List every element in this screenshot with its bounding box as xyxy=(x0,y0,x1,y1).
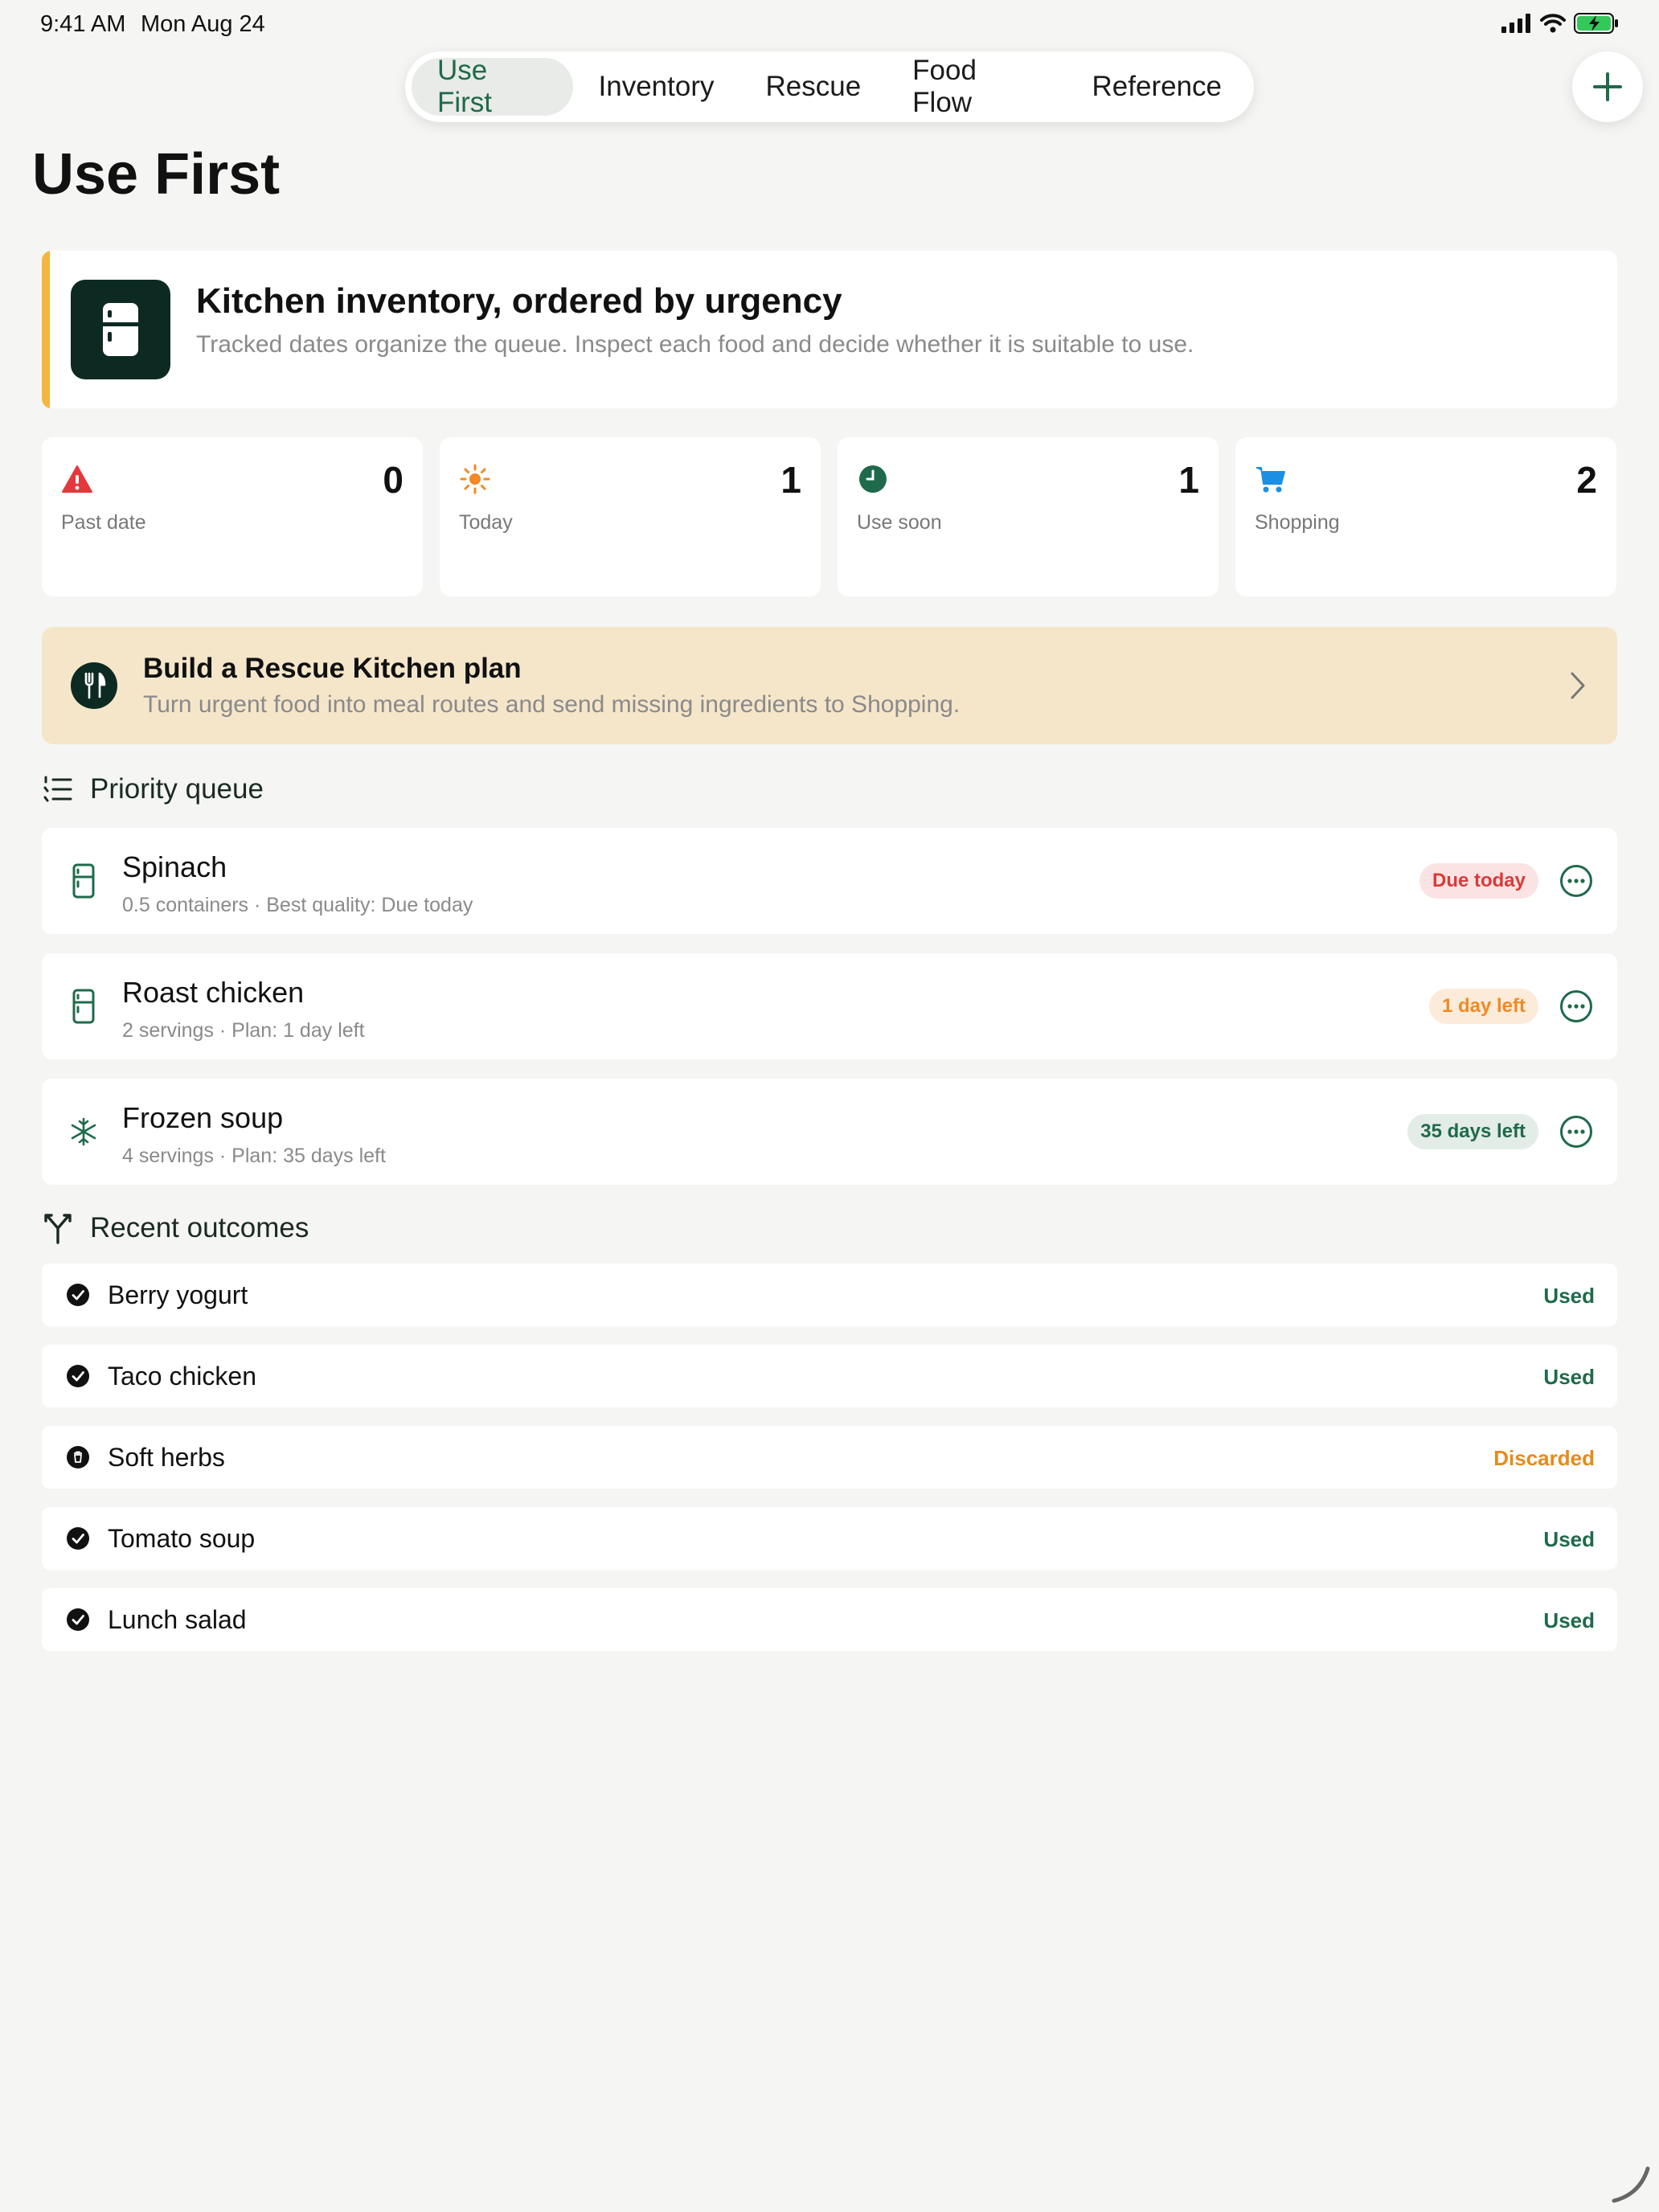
stat-label: Use soon xyxy=(857,511,942,534)
tab-use-first[interactable]: Use First xyxy=(412,55,573,118)
outcome-name: Tomato soup xyxy=(108,1524,256,1553)
outcome-name: Berry yogurt xyxy=(108,1280,248,1309)
wifi-icon xyxy=(1540,14,1566,33)
stat-value: 0 xyxy=(383,459,403,501)
check-circle-icon xyxy=(67,1608,89,1631)
stat-card-past-date[interactable]: 0 Past date xyxy=(42,437,423,596)
sun-icon xyxy=(460,464,490,494)
tab-reference[interactable]: Reference xyxy=(1067,58,1247,116)
stat-label: Today xyxy=(459,511,513,534)
branch-split-icon xyxy=(44,1214,72,1244)
hero-subtitle: Tracked dates organize the queue. Inspec… xyxy=(196,331,1194,358)
page-title: Use First xyxy=(32,142,281,207)
outcome-status: Used xyxy=(1543,1284,1595,1308)
queue-item-roast-chicken[interactable]: Roast chicken 2 servings · Plan: 1 day l… xyxy=(42,953,1617,1059)
rescue-banner-subtitle: Turn urgent food into meal routes and se… xyxy=(143,691,961,718)
status-date: Mon Aug 24 xyxy=(141,11,265,37)
stat-card-shopping[interactable]: 2 Shopping xyxy=(1235,437,1616,596)
outcome-status: Used xyxy=(1543,1365,1595,1389)
more-options-icon[interactable] xyxy=(1559,864,1593,898)
stat-value: 2 xyxy=(1576,459,1597,501)
outcome-item-lunch-salad[interactable]: Lunch salad Used xyxy=(42,1588,1617,1651)
outcome-status: Used xyxy=(1543,1608,1595,1632)
outcome-name: Taco chicken xyxy=(108,1362,256,1391)
queue-item-spinach[interactable]: Spinach 0.5 containers · Best quality: D… xyxy=(42,828,1617,934)
corner-grabber-icon[interactable] xyxy=(1611,2162,1653,2204)
hero-icon-tile xyxy=(71,280,170,379)
list-numbered-icon xyxy=(43,776,72,802)
more-options-icon[interactable] xyxy=(1559,1115,1593,1149)
queue-item-name: Frozen soup xyxy=(122,1101,284,1134)
cellular-signal-icon xyxy=(1501,14,1530,33)
check-circle-icon xyxy=(67,1284,89,1306)
more-options-icon[interactable] xyxy=(1559,989,1593,1023)
fridge-icon xyxy=(72,989,95,1024)
fridge-icon xyxy=(72,863,95,899)
outcome-item-tomato-soup[interactable]: Tomato soup Used xyxy=(42,1507,1617,1570)
tab-inventory[interactable]: Inventory xyxy=(573,58,740,116)
stat-label: Past date xyxy=(61,511,146,534)
queue-item-name: Roast chicken xyxy=(122,976,305,1009)
outcome-name: Soft herbs xyxy=(108,1443,225,1472)
stat-value: 1 xyxy=(780,459,801,501)
due-badge: 35 days left xyxy=(1407,1114,1538,1149)
stat-card-today[interactable]: 1 Today xyxy=(440,437,821,596)
rescue-icon-badge xyxy=(71,662,117,709)
queue-item-meta: 2 servings · Plan: 1 day left xyxy=(122,1019,365,1042)
warning-triangle-icon xyxy=(62,465,92,493)
stat-card-use-soon[interactable]: 1 Use soon xyxy=(838,437,1219,596)
rescue-plan-banner[interactable]: Build a Rescue Kitchen plan Turn urgent … xyxy=(42,627,1617,744)
rescue-banner-title: Build a Rescue Kitchen plan xyxy=(143,653,522,684)
status-indicators xyxy=(1501,13,1619,34)
battery-charging-icon xyxy=(1574,13,1618,34)
trash-circle-icon xyxy=(67,1446,89,1469)
queue-item-meta: 4 servings · Plan: 35 days left xyxy=(122,1145,386,1167)
tab-food-flow[interactable]: Food Flow xyxy=(887,55,1066,118)
status-bar: 9:41 AM Mon Aug 24 xyxy=(0,0,1659,51)
status-time: 9:41 AM xyxy=(40,11,126,37)
outcome-status: Used xyxy=(1543,1527,1595,1551)
outcome-item-taco-chicken[interactable]: Taco chicken Used xyxy=(42,1345,1617,1407)
priority-queue-title: Priority queue xyxy=(90,773,264,805)
check-circle-icon xyxy=(67,1527,89,1550)
stat-value: 1 xyxy=(1178,459,1199,501)
outcome-item-soft-herbs[interactable]: Soft herbs Discarded xyxy=(42,1426,1617,1489)
hero-title: Kitchen inventory, ordered by urgency xyxy=(196,281,842,321)
cart-icon xyxy=(1256,467,1285,493)
hero-accent-bar xyxy=(42,251,50,408)
queue-item-name: Spinach xyxy=(122,850,227,883)
clock-icon xyxy=(859,465,887,493)
queue-item-frozen-soup[interactable]: Frozen soup 4 servings · Plan: 35 days l… xyxy=(42,1079,1617,1185)
snowflake-icon xyxy=(71,1117,96,1146)
due-badge: Due today xyxy=(1419,863,1538,899)
outcome-item-berry-yogurt[interactable]: Berry yogurt Used xyxy=(42,1264,1617,1326)
recent-outcomes-title: Recent outcomes xyxy=(90,1212,309,1243)
plus-icon xyxy=(1593,72,1622,101)
tab-rescue[interactable]: Rescue xyxy=(740,58,887,116)
outcome-name: Lunch salad xyxy=(108,1605,247,1634)
priority-queue-header: Priority queue xyxy=(43,773,264,805)
outcome-status: Discarded xyxy=(1493,1446,1595,1470)
hero-card: Kitchen inventory, ordered by urgency Tr… xyxy=(42,251,1617,408)
stat-label: Shopping xyxy=(1255,511,1340,534)
fridge-icon xyxy=(103,303,138,356)
add-button[interactable] xyxy=(1572,51,1643,122)
due-badge: 1 day left xyxy=(1428,989,1538,1024)
queue-item-meta: 0.5 containers · Best quality: Due today xyxy=(122,894,473,916)
chevron-right-icon xyxy=(1571,672,1585,699)
tab-bar: Use First Inventory Rescue Food Flow Ref… xyxy=(405,51,1254,122)
recent-outcomes-header: Recent outcomes xyxy=(43,1212,309,1244)
fork-knife-icon xyxy=(84,672,106,699)
check-circle-icon xyxy=(67,1365,89,1387)
